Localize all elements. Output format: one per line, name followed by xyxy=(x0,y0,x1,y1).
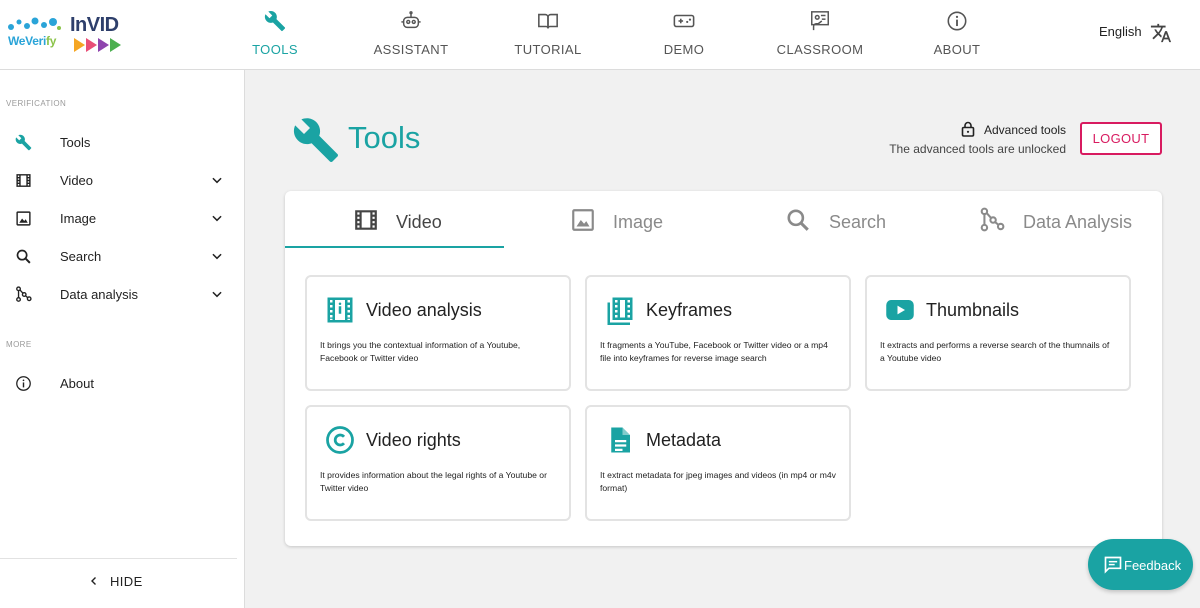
card-description: It fragments a YouTube, Facebook or Twit… xyxy=(600,340,828,363)
sidebar-item-image[interactable]: Image xyxy=(0,201,244,235)
card-video-analysis[interactable]: Video analysis It brings you the context… xyxy=(305,275,571,391)
info-icon xyxy=(16,376,31,391)
page-title: Tools xyxy=(348,120,421,155)
search-icon xyxy=(787,209,809,231)
tab-label: Video xyxy=(396,212,442,232)
nav-assistant[interactable]: ASSISTANT xyxy=(351,10,471,62)
tab-video[interactable]: Video xyxy=(285,191,504,248)
document-icon xyxy=(611,427,630,453)
chevron-left-icon xyxy=(91,577,96,585)
sidebar-item-label: Data analysis xyxy=(60,287,139,302)
feedback-label: Feedback xyxy=(1124,558,1182,573)
search-icon xyxy=(16,249,31,264)
graph-icon xyxy=(16,286,32,302)
sidebar-divider xyxy=(0,558,237,559)
robot-icon xyxy=(401,11,421,29)
sidebar: VERIFICATION Tools Video Image Search Da… xyxy=(0,70,245,608)
sidebar-item-data-analysis[interactable]: Data analysis xyxy=(0,277,244,311)
tab-label: Image xyxy=(613,212,664,232)
lock-open-icon[interactable] xyxy=(961,121,975,137)
card-description: It extracts and performs a reverse searc… xyxy=(880,340,1110,363)
info-icon xyxy=(947,11,967,31)
graph-icon xyxy=(980,207,1005,232)
card-thumbnails[interactable]: Thumbnails It extracts and performs a re… xyxy=(865,275,1131,391)
top-bar: WeVerify InVID TOOLS ASSISTANT TUTORIAL … xyxy=(0,0,1200,70)
nav-classroom-label: CLASSROOM xyxy=(776,42,864,57)
feedback-chat-icon xyxy=(1104,556,1122,574)
classroom-icon xyxy=(811,11,829,31)
nav-demo-label: DEMO xyxy=(663,42,705,57)
tools-panel: Video Image Search Data Analysis Video a… xyxy=(285,191,1162,546)
nav-about[interactable]: ABOUT xyxy=(897,10,1017,62)
image-icon xyxy=(16,211,31,226)
image-icon xyxy=(572,209,594,231)
language-select[interactable]: English xyxy=(1099,24,1142,39)
tab-data-analysis[interactable]: Data Analysis xyxy=(942,191,1161,248)
card-description: It extract metadata for jpeg images and … xyxy=(600,470,836,493)
nav-classroom[interactable]: CLASSROOM xyxy=(760,10,880,62)
chevron-down-icon[interactable] xyxy=(210,211,224,225)
active-tab-indicator xyxy=(285,246,504,248)
tab-image[interactable]: Image xyxy=(504,191,723,248)
sidebar-item-label: Search xyxy=(60,249,102,264)
film-icon xyxy=(355,210,377,230)
card-description: It brings you the contextual information… xyxy=(320,340,521,363)
sidebar-item-label: Image xyxy=(60,211,97,226)
advanced-tools-label[interactable]: Advanced tools xyxy=(984,123,1066,137)
invid-wordmark: InVID xyxy=(70,14,119,36)
gamepad-icon xyxy=(673,14,695,28)
weverify-logo[interactable]: WeVerify xyxy=(6,14,62,50)
nav-about-label: ABOUT xyxy=(933,42,981,57)
sidebar-item-video[interactable]: Video xyxy=(0,163,244,197)
tab-search[interactable]: Search xyxy=(723,191,942,248)
book-icon xyxy=(538,13,558,29)
copyright-icon xyxy=(326,426,354,454)
sidebar-item-label: About xyxy=(60,376,94,391)
sidebar-item-search[interactable]: Search xyxy=(0,239,244,273)
wrench-icon xyxy=(264,11,286,32)
nav-tools[interactable]: TOOLS xyxy=(215,10,335,62)
card-keyframes[interactable]: Keyframes It fragments a YouTube, Facebo… xyxy=(585,275,851,391)
card-title: Video rights xyxy=(366,430,461,450)
card-title: Thumbnails xyxy=(926,300,1020,320)
card-title: Video analysis xyxy=(366,300,482,320)
sidebar-item-label: Tools xyxy=(60,135,91,150)
wrench-icon xyxy=(15,134,32,151)
card-description: It provides information about the legal … xyxy=(320,470,547,493)
hide-sidebar-label: HIDE xyxy=(110,574,143,589)
invid-logo[interactable]: InVID xyxy=(70,14,121,52)
advanced-tools-status: The advanced tools are unlocked xyxy=(889,142,1066,156)
tools-header-wrench-icon xyxy=(293,118,338,162)
weverify-dots-icon xyxy=(8,17,61,30)
chevron-down-icon[interactable] xyxy=(210,249,224,263)
card-title: Keyframes xyxy=(646,300,733,320)
logout-button[interactable]: LOGOUT xyxy=(1080,122,1162,155)
sidebar-item-about[interactable]: About xyxy=(0,366,244,400)
hide-sidebar-button[interactable]: HIDE xyxy=(88,572,158,592)
translate-icon[interactable] xyxy=(1150,22,1172,44)
video-analysis-icon xyxy=(327,297,353,323)
film-icon xyxy=(16,174,31,187)
nav-demo[interactable]: DEMO xyxy=(624,10,744,62)
sidebar-item-label: Video xyxy=(60,173,94,188)
card-title: Metadata xyxy=(646,430,722,450)
nav-tools-label: TOOLS xyxy=(252,42,298,57)
youtube-icon xyxy=(886,300,914,320)
feedback-button[interactable]: Feedback xyxy=(1088,539,1193,590)
keyframes-icon xyxy=(607,297,633,325)
nav-tutorial[interactable]: TUTORIAL xyxy=(488,10,608,62)
tab-label: Search xyxy=(829,212,887,232)
nav-tutorial-label: TUTORIAL xyxy=(514,42,582,57)
more-section-title: MORE xyxy=(6,340,32,349)
card-video-rights[interactable]: Video rights It provides information abo… xyxy=(305,405,571,521)
verification-section-title: VERIFICATION xyxy=(6,99,67,108)
card-metadata[interactable]: Metadata It extract metadata for jpeg im… xyxy=(585,405,851,521)
nav-assistant-label: ASSISTANT xyxy=(373,42,449,57)
chevron-down-icon[interactable] xyxy=(210,173,224,187)
invid-arrows-icon xyxy=(74,38,121,52)
weverify-wordmark: WeVerify xyxy=(8,34,57,48)
chevron-down-icon[interactable] xyxy=(210,287,224,301)
sidebar-item-tools[interactable]: Tools xyxy=(0,125,244,159)
tab-label: Data Analysis xyxy=(1023,212,1133,232)
